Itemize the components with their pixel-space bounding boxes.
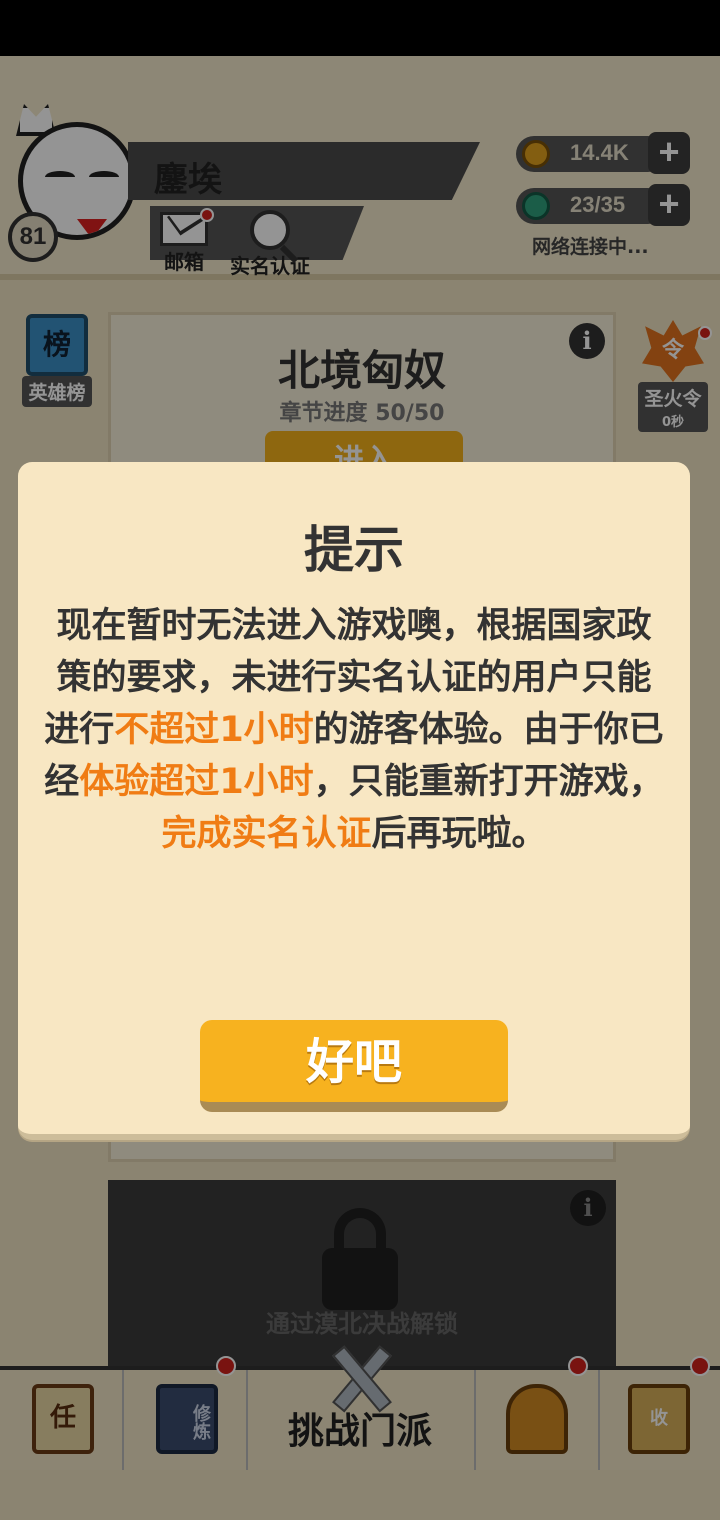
message-highlight-1: 不超过1小时 [114,710,314,750]
message-part-4: 后再玩啦。 [371,814,547,854]
notice-dialog: 提示 现在暂时无法进入游戏噢，根据国家政策的要求，未进行实名认证的用户只能进行不… [18,462,690,1140]
dialog-title: 提示 [304,521,404,579]
message-highlight-2: 体验超过1小时 [79,762,314,802]
message-part-3: ，只能重新打开游戏， [313,762,664,802]
game-screen: 81 鏖埃 邮箱 实名认证 14.4K + 23/35 + 网络连接中... 榜 [0,56,720,1520]
ok-button[interactable]: 好吧 [200,1020,508,1112]
status-bar [0,0,720,56]
message-highlight-3: 完成实名认证 [161,814,372,854]
dialog-message: 现在暂时无法进入游戏噢，根据国家政策的要求，未进行实名认证的用户只能进行不超过1… [40,600,668,860]
